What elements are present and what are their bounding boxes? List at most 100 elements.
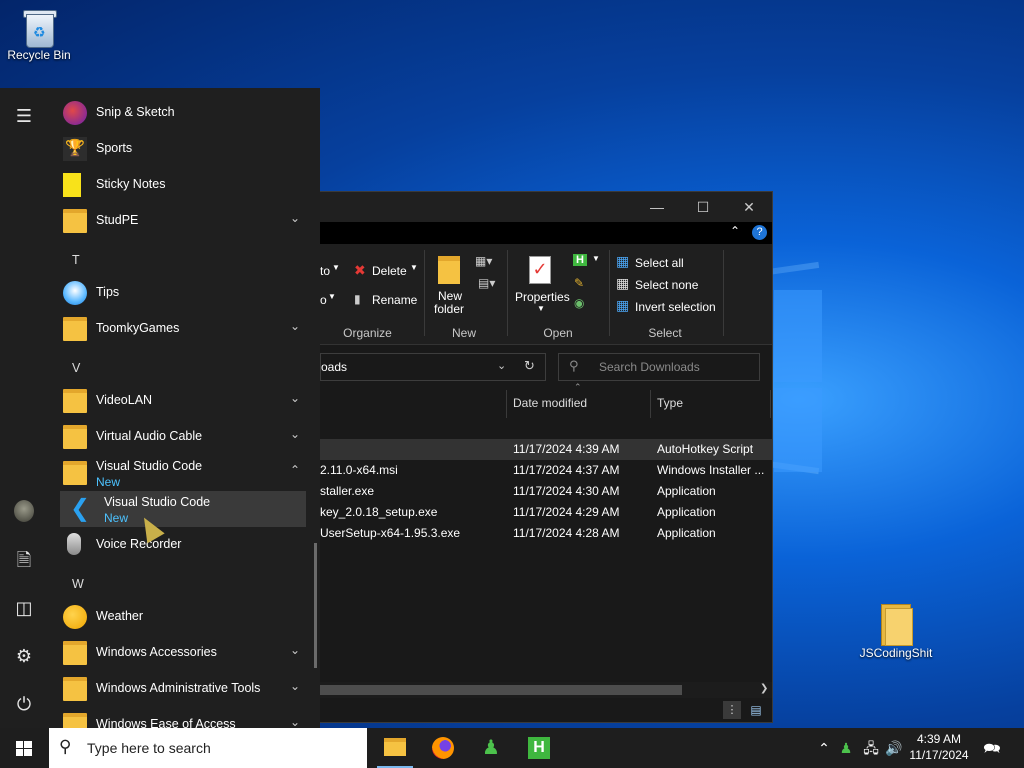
hamburger-icon[interactable]: ☰ [12,104,36,128]
app-windows-ease-of-access[interactable]: Windows Ease of Access ⌄ [60,707,306,728]
file-row[interactable]: 11/17/2024 4:39 AM AutoHotkey Script [320,439,772,460]
desktop-icon-recycle-bin[interactable]: ♻ Recycle Bin [1,8,77,62]
app-tips[interactable]: Tips [60,275,306,311]
show-hidden-icons-button[interactable]: ⌃ [814,728,834,768]
new-item-icon[interactable]: ▦▾ [475,254,492,268]
taskbar-file-explorer[interactable] [371,728,419,768]
properties-button[interactable]: Properties [515,290,570,304]
file-row[interactable]: 2.11.0-x64.msi 11/17/2024 4:37 AM Window… [320,460,772,481]
select-all-button[interactable]: Select all [635,256,684,270]
taskbar-firefox[interactable] [419,728,467,768]
rename-button[interactable]: Rename [372,293,417,307]
zip-folder-icon [881,604,913,646]
letter-header[interactable]: W [72,577,84,591]
select-none-button[interactable]: Select none [635,278,698,292]
pictures-icon[interactable]: ◫ [12,596,36,620]
history-icon[interactable]: ◉ [574,296,584,310]
address-dropdown-icon[interactable]: ⌄ [497,359,506,372]
scrollbar-thumb[interactable] [320,685,682,695]
delete-button[interactable]: Delete [372,264,407,278]
app-weather[interactable]: Weather [60,599,306,635]
desktop-icon-jscodingshit[interactable]: JSCodingShit [858,604,934,660]
start-button[interactable] [0,728,48,768]
properties-icon: ✓ [529,256,551,284]
letter-header[interactable]: V [72,361,80,375]
clock-date: 11/17/2024 [909,748,969,762]
app-videolan[interactable]: VideoLAN ⌄ [60,383,306,419]
group-new-label: New [451,326,476,340]
lightbulb-icon [63,281,87,305]
app-label: Voice Recorder [96,537,182,551]
power-icon[interactable]: ⏻ [12,692,36,716]
details-view-icon[interactable]: ⋮ [723,701,741,719]
volume-icon[interactable]: 🔊 [884,728,904,768]
address-bar[interactable]: oads ⌄ ↻ [320,353,546,381]
search-placeholder: Search Downloads [599,360,700,374]
app-studpe[interactable]: StudPE ⌄ [60,203,306,239]
select-all-icon: ▦ [616,253,630,269]
user-avatar[interactable] [12,500,36,524]
properties-dropdown-icon: ▼ [537,304,545,313]
folder-icon [63,317,87,341]
chevron-down-icon: ⌄ [289,715,300,728]
app-sticky-notes[interactable]: Sticky Notes [60,167,306,203]
open-with-icon[interactable]: H [573,254,587,266]
app-sports[interactable]: 🏆 Sports [60,131,306,167]
file-type: Application [657,526,716,540]
edit-icon[interactable]: ✎ [574,276,584,290]
search-downloads-field[interactable]: ⚲ Search Downloads [558,353,760,381]
help-icon[interactable]: ? [752,225,767,240]
taskbar-search-box[interactable]: ⚲ Type here to search [49,728,367,768]
column-divider[interactable] [770,390,771,418]
select-none-icon: ▦ [616,275,630,291]
app-windows-administrative-tools[interactable]: Windows Administrative Tools ⌄ [60,671,306,707]
file-row[interactable]: staller.exe 11/17/2024 4:30 AM Applicati… [320,481,772,502]
app-snip-sketch[interactable]: Snip & Sketch [60,95,306,131]
recycle-bin-icon: ♻ [22,8,57,48]
notification-icon[interactable]: 🗪 [980,728,1004,768]
refresh-icon[interactable]: ↻ [524,358,535,374]
tray-user-icon[interactable]: ♟ [836,728,856,768]
app-windows-accessories[interactable]: Windows Accessories ⌄ [60,635,306,671]
app-toomkygames[interactable]: ToomkyGames ⌄ [60,311,306,347]
taskbar-people-app[interactable]: ♟ [467,728,515,768]
app-virtual-audio-cable[interactable]: Virtual Audio Cable ⌄ [60,419,306,455]
taskbar-hotkey-app[interactable]: H [515,728,563,768]
delete-icon: ✖ [354,262,366,278]
group-organize-label: Organize [343,326,392,340]
maximize-button[interactable]: ☐ [680,192,726,222]
settings-icon[interactable]: ⚙ [12,644,36,668]
start-menu-scrollbar[interactable] [314,543,317,668]
ribbon: to ▼ o ▼ ✖ Delete ▼ ▮ Rename Organize Ne… [320,244,772,345]
app-voice-recorder[interactable]: Voice Recorder [60,527,306,563]
horizontal-scrollbar[interactable]: ❯ [320,682,772,698]
close-button[interactable]: ✕ [726,192,772,222]
large-icons-view-icon[interactable]: ▤ [747,701,765,719]
easy-access-icon[interactable]: ▤▾ [478,276,495,290]
minimize-button[interactable]: — [634,192,680,222]
app-label: StudPE [96,213,139,227]
address-path: oads [321,360,348,374]
letter-header[interactable]: T [72,253,80,267]
app-visual-studio-code[interactable]: ❮ Visual Studio Code New [60,491,306,527]
scroll-right-icon[interactable]: ❯ [760,683,768,694]
clock[interactable]: 4:39 AM 11/17/2024 [904,731,974,763]
app-label: Visual Studio Code [96,459,203,473]
folder-icon [63,677,87,701]
file-row[interactable]: key_2.0.18_setup.exe 11/17/2024 4:29 AM … [320,502,772,523]
file-date: 11/17/2024 4:30 AM [513,484,620,498]
chevron-down-icon: ⌄ [289,319,300,333]
new-folder-button[interactable]: New [438,289,462,303]
app-folder-visual-studio-code[interactable]: Visual Studio Code New ⌃ [60,455,306,491]
app-label: Tips [96,285,120,299]
column-type[interactable]: Type [650,390,771,418]
move-to-button[interactable]: to [320,264,330,278]
copy-to-button[interactable]: o [320,293,327,307]
file-date: 11/17/2024 4:39 AM [513,442,620,456]
network-icon[interactable]: 🖧 [860,728,882,768]
column-date-modified[interactable]: Date modified [506,390,649,418]
file-row[interactable]: UserSetup-x64-1.95.3.exe 11/17/2024 4:28… [320,523,772,544]
invert-selection-button[interactable]: Invert selection [635,300,716,314]
documents-icon[interactable]: 🗎 [12,548,36,572]
collapse-ribbon-icon[interactable]: ⌃ [730,224,740,238]
